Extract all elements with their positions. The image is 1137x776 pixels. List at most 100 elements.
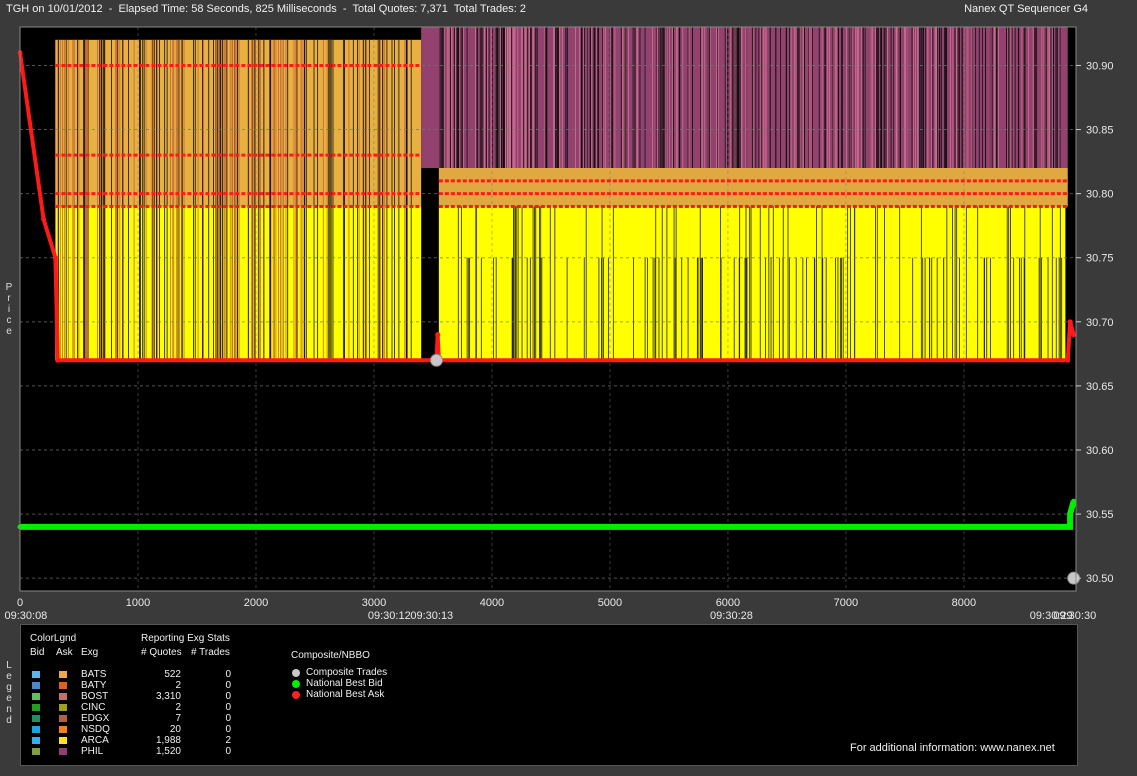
y-tick-label: 30.80	[1086, 189, 1114, 201]
legend-col-ask: Ask	[56, 647, 73, 658]
series-point	[52, 255, 58, 261]
legend-label-letter: e	[6, 671, 12, 682]
y-axis-label-letter: e	[6, 326, 12, 337]
trade-count: 0	[225, 713, 231, 724]
bid-color-swatch	[32, 682, 40, 689]
trade-count: 0	[225, 680, 231, 691]
quote-count: 522	[164, 669, 181, 680]
time-label: 09:30:28	[710, 610, 753, 622]
ask-color-swatch	[59, 737, 67, 744]
footer-info: For additional information: www.nanex.ne…	[850, 742, 1055, 754]
x-tick-label: 1000	[126, 597, 150, 609]
quote-count: 20	[169, 724, 181, 735]
quote-count: 2	[175, 702, 181, 713]
composite-marker-icon	[292, 691, 300, 699]
y-tick-label: 30.75	[1086, 253, 1114, 265]
legend-label-letter: d	[6, 715, 12, 726]
y-tick-label: 30.60	[1086, 445, 1114, 457]
y-tick-label: 30.55	[1086, 509, 1114, 521]
exchange-name: PHIL	[81, 746, 104, 757]
ask-color-swatch	[59, 704, 67, 711]
series-point	[55, 357, 61, 363]
x-tick-label: 6000	[716, 597, 740, 609]
ask-color-swatch	[59, 726, 67, 733]
legend-col-bid: Bid	[30, 647, 45, 658]
quote-sequence-chart: 30.90 30.85 30.80 30.75 30.70 30.65 30.60 30.55…	[4, 26, 1114, 622]
trade-count: 0	[225, 669, 231, 680]
legend-panel: ColorLgnd Bid Ask Exg Reporting Exg Stat…	[20, 624, 1078, 766]
exchange-name: BATY	[81, 680, 107, 691]
series-point	[1065, 357, 1071, 363]
bid-color-swatch	[32, 748, 40, 755]
quote-count: 2	[175, 680, 181, 691]
x-tick-label: 4000	[480, 597, 504, 609]
exchange-name: ARCA	[81, 735, 109, 746]
legend-label-letter: g	[6, 682, 12, 693]
quote-count: 1,988	[155, 735, 181, 746]
y-axis-label-letter: c	[6, 315, 12, 326]
series-point	[1067, 319, 1073, 325]
exchange-name: BATS	[81, 669, 107, 680]
y-tick-label: 30.50	[1086, 573, 1114, 585]
y-tick-label: 30.70	[1086, 317, 1114, 329]
stats-col-trades: # Trades	[191, 647, 230, 658]
ask-color-swatch	[59, 671, 67, 678]
composite-marker-icon	[292, 669, 300, 677]
y-tick-label: 30.85	[1086, 125, 1114, 137]
series-point	[41, 216, 47, 222]
composite-title: Composite/NBBO	[291, 650, 370, 661]
exchange-name: BOST	[81, 691, 109, 702]
ask-color-swatch	[59, 682, 67, 689]
legend-label-letter: L	[6, 660, 12, 671]
bid-color-swatch	[32, 726, 40, 733]
time-label: 09:30:12	[368, 610, 411, 622]
trade-count: 2	[225, 735, 231, 746]
composite-label: National Best Ask	[306, 689, 385, 700]
time-label: 09:30:08	[4, 610, 47, 622]
ask-color-swatch	[59, 693, 67, 700]
stats-col-quotes: # Quotes	[141, 647, 182, 658]
legend-vertical-label: Legend	[4, 660, 14, 726]
trade-count: 0	[225, 746, 231, 757]
composite-trade-marker	[430, 353, 444, 367]
x-tick-label: 0	[17, 597, 23, 609]
bid-color-swatch	[32, 715, 40, 722]
quote-band	[438, 168, 1068, 207]
composite-marker-icon	[292, 680, 300, 688]
time-label: 09:30:30	[1053, 610, 1096, 622]
series-point	[1067, 511, 1073, 517]
y-axis-label-letter: i	[7, 304, 11, 315]
y-axis-label-letter: P	[5, 282, 13, 293]
series-point	[1067, 524, 1073, 530]
y-tick-label: 30.90	[1086, 60, 1114, 72]
x-tick-label: 2000	[244, 597, 268, 609]
composite-label: Composite Trades	[306, 667, 388, 678]
legend-title: ColorLgnd	[30, 633, 77, 644]
series-point	[1071, 332, 1077, 338]
composite-label: National Best Bid	[306, 678, 383, 689]
exchange-name: EDGX	[81, 713, 110, 724]
quote-count: 3,310	[155, 691, 181, 702]
ask-color-swatch	[59, 715, 67, 722]
x-tick-label: 7000	[834, 597, 858, 609]
exchange-name: CINC	[81, 702, 106, 713]
ask-color-swatch	[59, 748, 67, 755]
stats-title: Reporting Exg Stats	[141, 633, 230, 644]
bid-color-swatch	[32, 737, 40, 744]
series-point	[435, 332, 441, 338]
legend-col-exg: Exg	[81, 647, 99, 658]
legend-label-letter: n	[6, 704, 12, 715]
series-point	[1071, 498, 1077, 504]
trade-count: 0	[225, 691, 231, 702]
x-tick-label: 5000	[598, 597, 622, 609]
legend-label-letter: e	[6, 693, 12, 704]
bid-color-swatch	[32, 671, 40, 678]
x-tick-label: 8000	[952, 597, 976, 609]
time-label: 09:30:13	[410, 610, 453, 622]
exchange-name: NSDQ	[81, 724, 110, 735]
bid-color-swatch	[32, 693, 40, 700]
quote-count: 1,520	[155, 746, 181, 757]
y-axis-label: Price	[4, 282, 14, 337]
bid-color-swatch	[32, 704, 40, 711]
quote-count: 7	[175, 713, 181, 724]
